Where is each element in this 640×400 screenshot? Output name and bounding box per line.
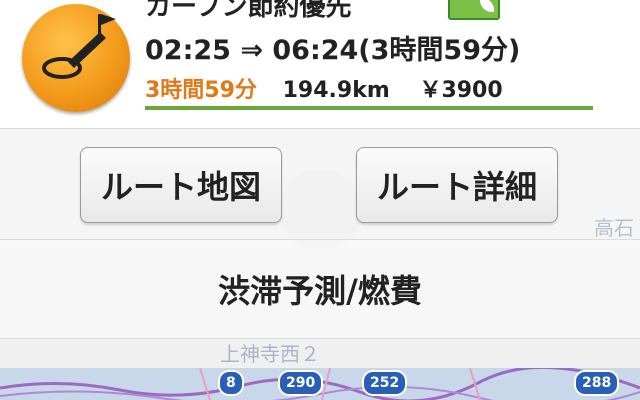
route-stats: 3時間59分 194.9km ￥3900 [145,72,503,104]
route-underline [145,106,593,110]
distance-text: 194.9km [282,78,390,103]
map-label-right: 高石 [594,216,634,240]
button-row: ルート地図 ルート詳細 [0,129,640,240]
route-title: カーブン節約優先 [145,0,352,22]
map-label-bottom: 上神寺西２ [220,342,320,366]
congestion-fuel-label: 渋滞予測/燃費 [218,272,422,310]
route-detail-button[interactable]: ルート詳細 [356,147,558,223]
road-shield-288: 288 [574,370,620,396]
route-summary-panel[interactable]: カーブン節約優先 02:25 ⇒ 06:24(3時間59分) 3時間59分 19… [0,0,640,129]
car-flag-icon [22,4,130,112]
road-shield-8: 8 [218,370,244,396]
eco-leaf-icon [448,0,500,20]
congestion-fuel-row[interactable]: 渋滞予測/燃費 [0,240,640,339]
time-range: 02:25 ⇒ 06:24(3時間59分) [145,35,521,66]
road-shield-252: 252 [362,370,408,396]
route-map-button[interactable]: ルート地図 [80,147,282,223]
road-shield-290: 290 [278,370,324,396]
route-map-preview[interactable]: 8 290 252 288 [0,368,640,400]
duration-text: 3時間59分 [145,78,257,103]
fee-text: ￥3900 [419,78,503,103]
